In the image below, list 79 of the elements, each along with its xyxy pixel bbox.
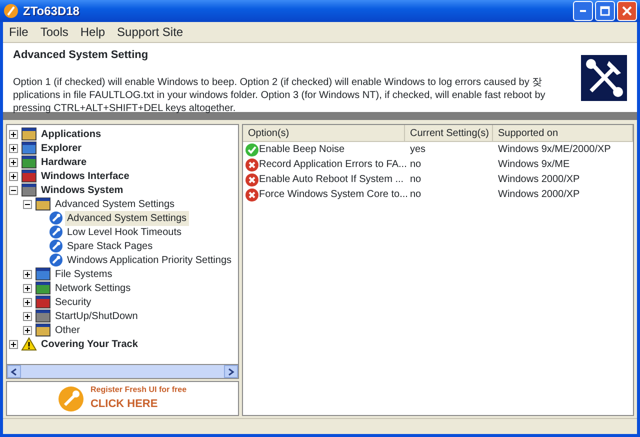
- banner-text: Register Fresh UI for free: [90, 384, 187, 396]
- app-icon: [3, 3, 19, 19]
- banner-link[interactable]: CLICK HERE: [90, 396, 187, 413]
- column-header[interactable]: Current Setting(s): [405, 125, 493, 141]
- tree-item[interactable]: Windows Interface: [39, 168, 132, 184]
- wrench-icon: [49, 225, 63, 239]
- table-cell-text: no: [410, 158, 422, 172]
- maximize-button[interactable]: [595, 1, 615, 21]
- tree-item[interactable]: Other: [53, 322, 82, 338]
- expand-icon[interactable]: [9, 172, 18, 180]
- window-icon: [35, 323, 51, 337]
- window-icon: [21, 155, 37, 169]
- tree-item[interactable]: Security: [53, 294, 94, 310]
- tree-item[interactable]: Spare Stack Pages: [65, 238, 155, 254]
- window-title: ZTo63D18: [23, 3, 80, 20]
- minimize-button[interactable]: [573, 1, 593, 21]
- tree-item[interactable]: Applications: [39, 126, 104, 142]
- collapse-icon[interactable]: [23, 200, 32, 208]
- table-cell-text: no: [410, 173, 422, 187]
- tree-item[interactable]: Network Settings: [53, 280, 133, 296]
- table-cell-text: yes: [410, 143, 426, 157]
- column-header[interactable]: Supported on: [493, 125, 633, 141]
- window-icon: [35, 309, 51, 323]
- tree-item[interactable]: Explorer: [39, 140, 84, 156]
- window-icon: [35, 267, 51, 281]
- expand-icon[interactable]: [9, 130, 18, 138]
- warning-icon: [21, 337, 37, 351]
- expand-icon[interactable]: [9, 340, 18, 348]
- tree-item[interactable]: Advanced System Settings: [53, 196, 177, 212]
- expand-icon[interactable]: [9, 144, 18, 152]
- register-banner[interactable]: Register Fresh UI for free CLICK HERE: [6, 381, 239, 416]
- tools-icon: [581, 54, 627, 100]
- expand-icon[interactable]: [23, 312, 32, 320]
- expand-icon[interactable]: [23, 326, 32, 334]
- tree-item[interactable]: StartUp/ShutDown: [53, 308, 140, 324]
- menu-item[interactable]: Support Site: [111, 23, 190, 41]
- window-icon: [35, 197, 51, 211]
- minimize-icon: [580, 10, 586, 12]
- collapse-icon[interactable]: [9, 186, 18, 194]
- maximize-icon: [600, 6, 610, 16]
- menu-item[interactable]: File: [3, 23, 34, 41]
- tree-item[interactable]: Windows System: [39, 182, 126, 198]
- tree-item[interactable]: Covering Your Track: [39, 336, 140, 352]
- table-cell-text: Enable Auto Reboot If System ...: [259, 173, 404, 187]
- table-cell-text: Record Application Errors to FA...: [259, 158, 407, 172]
- close-button[interactable]: [617, 1, 637, 21]
- table-cell-text: no: [410, 188, 422, 202]
- expand-icon[interactable]: [23, 284, 32, 292]
- header-description: Option 1 (if checked) will enable Windows to beep. Option 2 (if checked) will enable Windows to log errors caused by 잦pplications in file FAULTLOG.txt in your windows folder. Option 3 (for Windows NT), if checked, will enable fast reboot by pressing CTRL+ALT+SHIFT+DEL keys altogether.: [13, 76, 546, 114]
- table-cell-text: Force Windows System Core to...: [259, 188, 408, 202]
- expand-icon[interactable]: [23, 270, 32, 278]
- wrench-icon: [49, 253, 63, 267]
- menu-item[interactable]: Tools: [34, 23, 74, 41]
- tree-item[interactable]: Hardware: [39, 154, 89, 170]
- window-icon: [35, 295, 51, 309]
- tree-item[interactable]: Low Level Hook Timeouts: [65, 224, 184, 240]
- expand-icon[interactable]: [23, 298, 32, 306]
- close-icon: [622, 6, 632, 16]
- horizontal-scrollbar[interactable]: [6, 365, 239, 379]
- wrench-icon: [49, 211, 63, 225]
- window-icon: [21, 127, 37, 141]
- tree-item[interactable]: Advanced System Settings: [65, 210, 189, 226]
- expand-icon[interactable]: [9, 158, 18, 166]
- menu-item[interactable]: Help: [74, 23, 112, 41]
- tree-item[interactable]: File Systems: [53, 266, 114, 282]
- window-icon: [21, 169, 37, 183]
- table-cell-text: Windows 9x/ME/2000/XP: [498, 143, 611, 157]
- wrench-icon: [49, 239, 63, 253]
- table-cell-text: Windows 9x/ME: [498, 158, 570, 172]
- table-cell-text: Windows 2000/XP: [498, 173, 580, 187]
- window-icon: [35, 281, 51, 295]
- tree-item[interactable]: Windows Application Priority Settings: [65, 252, 234, 268]
- header-title: Advanced System Setting: [13, 48, 150, 63]
- table-cell-text: Enable Beep Noise: [259, 143, 345, 157]
- window-icon: [21, 183, 37, 197]
- window-icon: [21, 141, 37, 155]
- column-header[interactable]: Option(s): [243, 125, 405, 141]
- wrench-icon: [58, 386, 84, 412]
- table-cell-text: Windows 2000/XP: [498, 188, 580, 202]
